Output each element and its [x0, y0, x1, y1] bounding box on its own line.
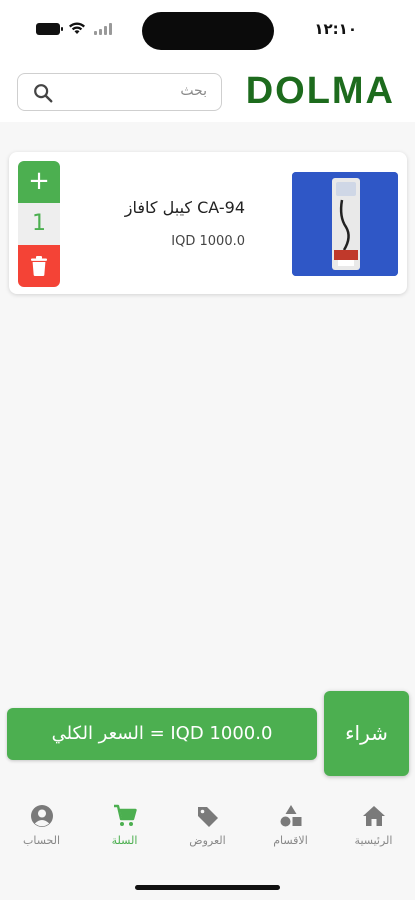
- product-package-icon: [292, 172, 398, 276]
- cart-icon: [113, 804, 137, 826]
- home-icon: [362, 806, 385, 826]
- total-price-bar: السعر الكلي = IQD 1000.0: [7, 708, 317, 760]
- home-indicator: [135, 885, 280, 890]
- buy-button[interactable]: شراء: [324, 691, 409, 776]
- offers-tag-icon: [197, 807, 218, 827]
- delete-item-button[interactable]: [18, 245, 60, 287]
- tab-cart-label: السلة: [111, 834, 138, 847]
- wifi-icon: [69, 22, 85, 34]
- status-icons: [36, 22, 112, 35]
- app-header: بحث DOLMA: [0, 62, 415, 122]
- tab-offers[interactable]: العروض: [166, 804, 249, 847]
- dynamic-island: [142, 12, 274, 50]
- app-logo: DOLMA: [245, 70, 395, 112]
- search-input[interactable]: بحث: [17, 73, 222, 111]
- product-image[interactable]: [292, 172, 398, 276]
- tab-categories[interactable]: الاقسام: [249, 804, 332, 847]
- increase-quantity-button[interactable]: +: [18, 161, 60, 203]
- tab-home[interactable]: الرئيسية: [332, 804, 415, 847]
- product-name: كيبل كافاز CA-94: [124, 198, 245, 217]
- search-icon[interactable]: [32, 82, 54, 104]
- status-time: ١٢:١٠: [314, 20, 357, 38]
- tab-home-label: الرئيسية: [354, 834, 393, 847]
- tab-account[interactable]: الحساب: [0, 804, 83, 847]
- battery-icon: [36, 22, 63, 35]
- bottom-tab-bar: الحساب السلة العروض الاقسام الرئيسية: [0, 790, 415, 900]
- cart-item-card: + 1 كيبل كافاز CA-94 IQD 1000.0: [9, 152, 407, 294]
- trash-icon: [31, 256, 47, 276]
- product-price: IQD 1000.0: [171, 234, 245, 249]
- categories-icon: [280, 805, 301, 827]
- quantity-value: 1: [18, 203, 60, 245]
- tab-cart[interactable]: السلة: [83, 804, 166, 847]
- search-placeholder: بحث: [180, 83, 207, 99]
- status-bar: ١٢:١٠: [0, 0, 415, 62]
- account-icon: [30, 805, 53, 827]
- tab-offers-label: العروض: [189, 834, 226, 847]
- cellular-signal-icon: [94, 22, 112, 35]
- quantity-stepper: + 1: [18, 161, 60, 287]
- tab-categories-label: الاقسام: [273, 834, 308, 847]
- tab-account-label: الحساب: [22, 834, 61, 847]
